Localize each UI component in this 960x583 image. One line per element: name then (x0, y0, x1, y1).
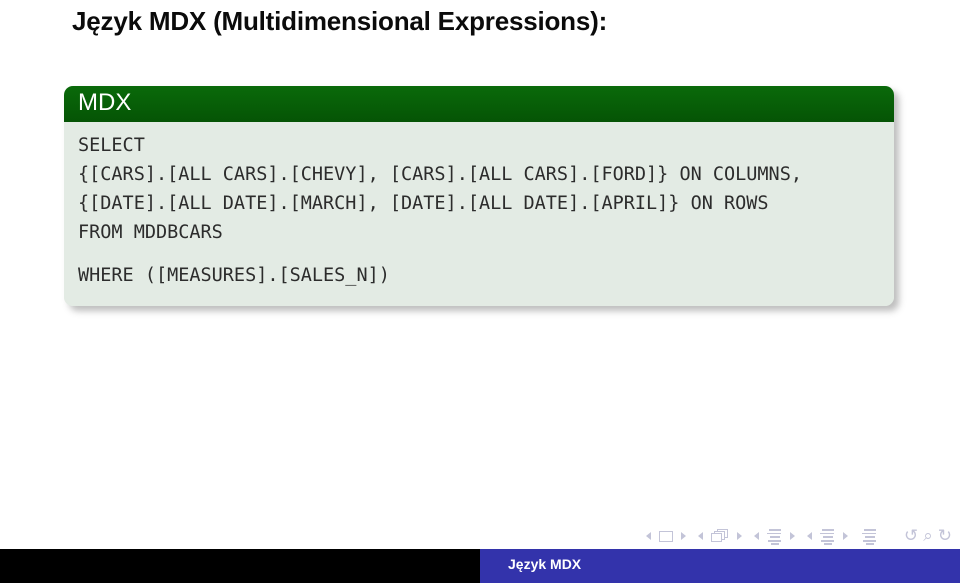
code-block-title: MDX (64, 86, 894, 123)
forward-icon[interactable]: ↻ (938, 527, 952, 545)
navigation-tools-group: ↺ ⌕ ↻ (904, 527, 952, 545)
code-line: {[CARS].[ALL CARS].[CHEVY], [CARS].[ALL … (78, 164, 802, 186)
slide-navigation-group (645, 529, 687, 543)
frames-icon[interactable] (710, 529, 729, 543)
subsection-navigation-group (753, 529, 796, 546)
code-line: FROM MDDBCARS (78, 222, 223, 244)
search-icon[interactable]: ⌕ (923, 527, 933, 545)
subsection-next-icon[interactable] (785, 529, 796, 543)
code-line: SELECT (78, 135, 145, 157)
slide-next-icon[interactable] (676, 529, 687, 543)
presentation-navigation-group (859, 529, 880, 546)
code-block-body: SELECT {[CARS].[ALL CARS].[CHEVY], [CARS… (64, 122, 894, 307)
frame-prev-icon[interactable] (697, 529, 708, 543)
back-icon[interactable]: ↺ (904, 527, 918, 545)
slide-prev-icon[interactable] (645, 529, 656, 543)
slide-icon[interactable] (658, 530, 673, 542)
slide-footer: Język MDX (0, 549, 960, 583)
section-navigation-group (806, 529, 849, 546)
subsection-icon[interactable] (766, 529, 782, 546)
page-title: Język MDX (Multidimensional Expressions)… (72, 6, 608, 36)
footer-title: Język MDX (508, 556, 582, 572)
frame-next-icon[interactable] (732, 529, 743, 543)
code-block: MDX SELECT {[CARS].[ALL CARS].[CHEVY], [… (64, 86, 894, 307)
section-next-icon[interactable] (838, 529, 849, 543)
subsection-prev-icon[interactable] (753, 529, 764, 543)
code-line: WHERE ([MEASURES].[SALES_N]) (78, 265, 390, 287)
frame-navigation-group (697, 529, 743, 543)
code-line: {[DATE].[ALL DATE].[MARCH], [DATE].[ALL … (78, 193, 769, 215)
presentation-icon[interactable] (861, 529, 877, 546)
section-prev-icon[interactable] (806, 529, 817, 543)
footer-right-section: Język MDX (480, 549, 960, 583)
beamer-navigation-bar: ↺ ⌕ ↻ (645, 524, 952, 548)
section-icon[interactable] (819, 529, 835, 546)
footer-left-section (0, 549, 480, 583)
